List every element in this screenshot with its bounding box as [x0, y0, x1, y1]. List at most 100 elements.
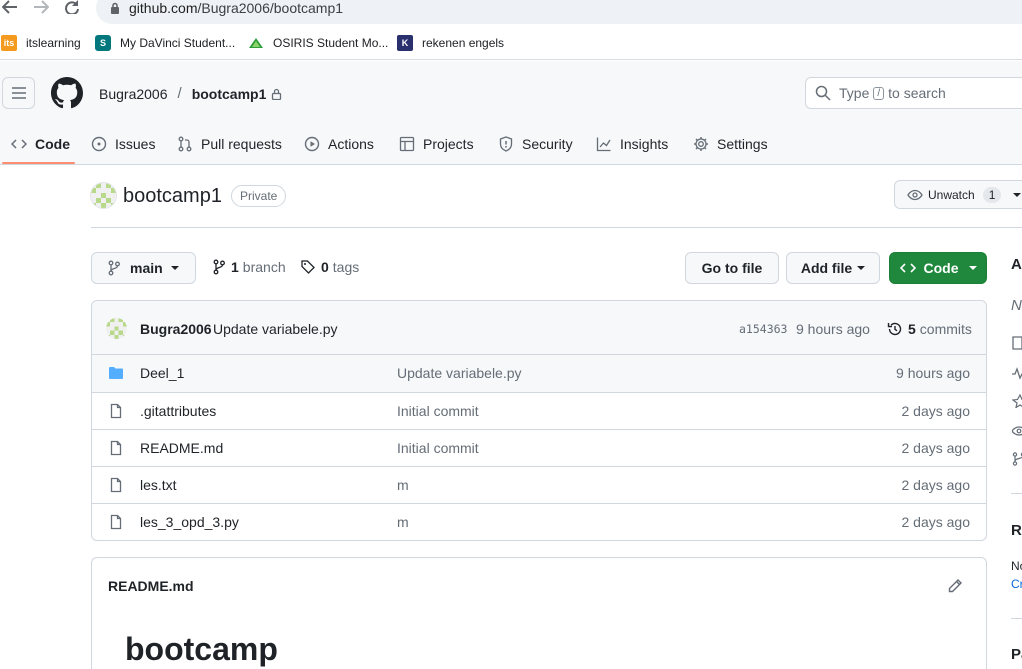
owner-link[interactable]: Bugra2006 — [99, 86, 168, 102]
tab-settings[interactable]: Settings — [693, 122, 768, 165]
code-button[interactable]: Code — [889, 252, 987, 284]
lock-icon — [271, 88, 282, 100]
unwatch-button[interactable]: Unwatch 1 — [894, 180, 1022, 209]
search-placeholder: Type — [839, 85, 870, 101]
branch-select-button[interactable]: main — [91, 252, 196, 284]
history-icon — [887, 321, 903, 337]
file-icon — [108, 477, 124, 493]
commit-author-avatar[interactable] — [106, 318, 127, 339]
fork-icon[interactable] — [1012, 452, 1022, 466]
play-icon — [304, 136, 320, 152]
commit-author[interactable]: Bugra2006 — [140, 321, 212, 337]
add-file-button[interactable]: Add file — [786, 252, 880, 284]
file-row[interactable]: les.txt m 2 days ago — [92, 466, 986, 503]
tab-issues[interactable]: Issues — [91, 122, 155, 165]
book-icon[interactable] — [1012, 336, 1022, 350]
file-time: 2 days ago — [901, 440, 971, 456]
tab-insights[interactable]: Insights — [596, 122, 668, 165]
search-input[interactable]: Type / to search — [805, 77, 1022, 109]
commit-sha[interactable]: a154363 — [739, 322, 787, 336]
tab-security[interactable]: Security — [498, 122, 573, 165]
site-info-icon[interactable] — [110, 2, 120, 14]
pencil-icon[interactable] — [947, 578, 963, 594]
file-name[interactable]: .gitattributes — [140, 403, 216, 419]
tab-label: Issues — [115, 135, 156, 152]
commit-message[interactable]: Update variabele.py — [213, 321, 338, 337]
tab-label: Code — [35, 135, 70, 152]
url-text[interactable]: github.com/Bugra2006/bootcamp1 — [129, 0, 343, 16]
packages-heading[interactable]: Pa — [1011, 646, 1022, 663]
unwatch-label: Unwatch — [928, 187, 975, 202]
eye-icon — [907, 187, 923, 203]
bookmark-rekenen-engels[interactable]: K rekenen engels — [397, 34, 504, 52]
bookmark-label: OSIRIS Student Mo... — [273, 36, 389, 50]
forward-arrow-icon[interactable] — [33, 0, 51, 16]
go-to-file-button[interactable]: Go to file — [685, 252, 779, 284]
commits-link[interactable]: 5 commits — [887, 321, 972, 337]
reload-icon[interactable] — [64, 0, 82, 16]
commit-count: 5 — [908, 321, 916, 337]
tab-code[interactable]: Code — [11, 122, 70, 165]
tab-pull-requests[interactable]: Pull requests — [177, 122, 282, 165]
readme-panel: README.md bootcamp — [91, 557, 987, 669]
file-row[interactable]: les_3_opd_3.py m 2 days ago — [92, 503, 986, 540]
releases-heading[interactable]: R — [1011, 522, 1022, 539]
k-icon: K — [397, 35, 413, 51]
file-name[interactable]: les_3_opd_3.py — [140, 514, 239, 530]
file-name[interactable]: README.md — [140, 440, 223, 456]
file-name[interactable]: Deel_1 — [140, 365, 184, 381]
issue-icon — [91, 136, 107, 152]
itslearning-icon: its — [1, 35, 17, 51]
readme-title[interactable]: README.md — [108, 578, 194, 594]
hamburger-icon — [11, 87, 26, 99]
file-row[interactable]: README.md Initial commit 2 days ago — [92, 429, 986, 466]
file-commit-message[interactable]: Initial commit — [397, 403, 479, 419]
bookmark-osiris[interactable]: OSIRIS Student Mo... — [248, 34, 388, 52]
repo-link[interactable]: bootcamp1 — [192, 86, 267, 102]
search-placeholder-suffix: to search — [888, 85, 946, 101]
tab-actions[interactable]: Actions — [304, 122, 374, 165]
osiris-icon — [248, 35, 264, 51]
code-icon — [11, 136, 27, 152]
bookmark-itslearning[interactable]: its itslearning — [1, 34, 81, 52]
table-icon — [399, 136, 415, 152]
search-shortcut-key: / — [873, 86, 885, 100]
tag-label: tags — [332, 259, 360, 275]
branch-icon — [108, 260, 120, 276]
file-commit-message[interactable]: Initial commit — [397, 440, 479, 456]
star-icon[interactable] — [1012, 394, 1022, 408]
repo-title[interactable]: bootcamp1 — [123, 185, 222, 208]
file-row[interactable]: .gitattributes Initial commit 2 days ago — [92, 392, 986, 429]
chevron-down-icon — [857, 266, 866, 270]
tab-projects[interactable]: Projects — [399, 122, 474, 165]
chevron-down-icon — [1013, 192, 1022, 197]
bookmark-davinci[interactable]: S My DaVinci Student... — [95, 34, 235, 52]
file-row[interactable]: Deel_1 Update variabele.py 9 hours ago — [92, 355, 986, 392]
tag-icon — [301, 260, 315, 274]
watch-count: 1 — [982, 186, 1002, 203]
repo-owner-avatar[interactable] — [91, 183, 116, 208]
hamburger-menu-button[interactable] — [2, 77, 35, 109]
create-release-link[interactable]: Cr — [1011, 577, 1022, 591]
file-commit-message[interactable]: Update variabele.py — [397, 365, 522, 381]
branch-count: 1 — [231, 259, 239, 275]
github-logo-icon[interactable] — [51, 77, 83, 109]
pull-request-icon — [177, 136, 193, 152]
file-commit-message[interactable]: m — [397, 514, 409, 530]
back-arrow-icon[interactable] — [2, 0, 20, 16]
eye-icon[interactable] — [1012, 424, 1022, 438]
identicon — [91, 183, 116, 208]
branches-link[interactable]: 1 branch — [213, 259, 286, 275]
branch-icon — [213, 259, 225, 275]
identicon — [106, 318, 127, 339]
file-name[interactable]: les.txt — [140, 477, 177, 493]
latest-commit-bar: Bugra2006 Update variabele.py a154363 9 … — [92, 301, 986, 355]
file-commit-message[interactable]: m — [397, 477, 409, 493]
tags-link[interactable]: 0 tags — [301, 259, 359, 275]
pulse-icon[interactable] — [1012, 366, 1022, 380]
file-list: Bugra2006 Update variabele.py a154363 9 … — [91, 300, 987, 541]
chevron-down-icon — [968, 266, 977, 270]
chevron-down-icon — [170, 266, 179, 270]
tag-count: 0 — [321, 259, 329, 275]
active-tab-underline — [2, 162, 75, 164]
